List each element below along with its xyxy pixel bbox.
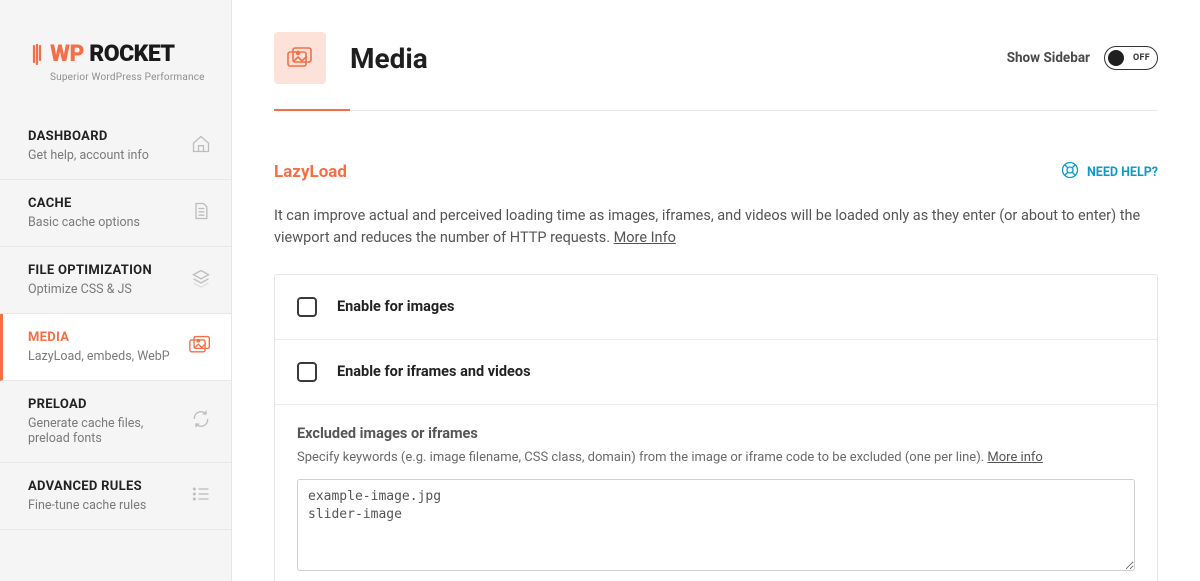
sidebar-item-desc: Fine-tune cache rules <box>28 498 183 513</box>
sidebar-item-title: FILE OPTIMIZATION <box>28 263 183 278</box>
checkbox-enable-images[interactable]: Enable for images <box>275 275 1157 340</box>
document-icon <box>191 201 211 225</box>
sidebar-item-desc: LazyLoad, embeds, WebP <box>28 349 181 364</box>
checkbox-enable-iframes[interactable]: Enable for iframes and videos <box>275 340 1157 405</box>
sidebar-item-cache[interactable]: CACHE Basic cache options <box>0 180 231 247</box>
sidebar-item-desc: Optimize CSS & JS <box>28 282 183 297</box>
sidebar-item-advanced-rules[interactable]: ADVANCED RULES Fine-tune cache rules <box>0 463 231 530</box>
logo-tagline: Superior WordPress Performance <box>50 72 211 83</box>
excluded-description: Specify keywords (e.g. image filename, C… <box>297 450 1135 465</box>
sidebar-item-dashboard[interactable]: DASHBOARD Get help, account info <box>0 113 231 180</box>
more-info-link[interactable]: More Info <box>614 229 676 246</box>
sidebar-item-title: ADVANCED RULES <box>28 479 183 494</box>
main-content: Media Show Sidebar OFF LazyLoad NEED HEL… <box>232 0 1200 581</box>
logo-rocket: ROCKET <box>89 40 174 67</box>
sidebar-item-title: PRELOAD <box>28 397 183 412</box>
sidebar: WP ROCKET Superior WordPress Performance… <box>0 0 232 581</box>
layers-icon <box>191 268 211 292</box>
sidebar-item-file-optimization[interactable]: FILE OPTIMIZATION Optimize CSS & JS <box>0 247 231 314</box>
show-sidebar-toggle[interactable]: OFF <box>1104 46 1158 70</box>
excluded-textarea[interactable] <box>297 479 1135 571</box>
toggle-state: OFF <box>1133 53 1150 63</box>
page-title: Media <box>350 42 428 75</box>
refresh-icon <box>191 409 211 433</box>
section-description: It can improve actual and perceived load… <box>274 205 1158 250</box>
logo-wp: WP <box>50 40 84 67</box>
checkbox-icon <box>297 362 317 382</box>
page-header: Media Show Sidebar OFF <box>274 32 1158 111</box>
images-icon <box>189 335 211 359</box>
section-title-lazyload: LazyLoad <box>274 162 347 182</box>
sidebar-item-title: DASHBOARD <box>28 129 183 144</box>
home-icon <box>191 134 211 158</box>
sidebar-item-title: CACHE <box>28 196 183 211</box>
help-icon <box>1061 161 1079 183</box>
sidebar-item-desc: Generate cache files, preload fonts <box>28 416 183 446</box>
sidebar-item-title: MEDIA <box>28 330 181 345</box>
need-help-link[interactable]: NEED HELP? <box>1061 161 1158 183</box>
list-icon <box>191 484 211 508</box>
excluded-title: Excluded images or iframes <box>297 425 1135 442</box>
sidebar-item-desc: Basic cache options <box>28 215 183 230</box>
media-page-icon <box>274 32 326 84</box>
more-info-link[interactable]: More info <box>987 450 1042 465</box>
sidebar-item-preload[interactable]: PRELOAD Generate cache files, preload fo… <box>0 381 231 463</box>
show-sidebar-label: Show Sidebar <box>1007 50 1090 66</box>
sidebar-item-desc: Get help, account info <box>28 148 183 163</box>
rocket-flames-icon <box>30 44 44 70</box>
checkbox-icon <box>297 297 317 317</box>
logo: WP ROCKET Superior WordPress Performance <box>0 0 231 113</box>
options-panel: Enable for images Enable for iframes and… <box>274 274 1158 581</box>
sidebar-item-media[interactable]: MEDIA LazyLoad, embeds, WebP <box>0 314 231 381</box>
